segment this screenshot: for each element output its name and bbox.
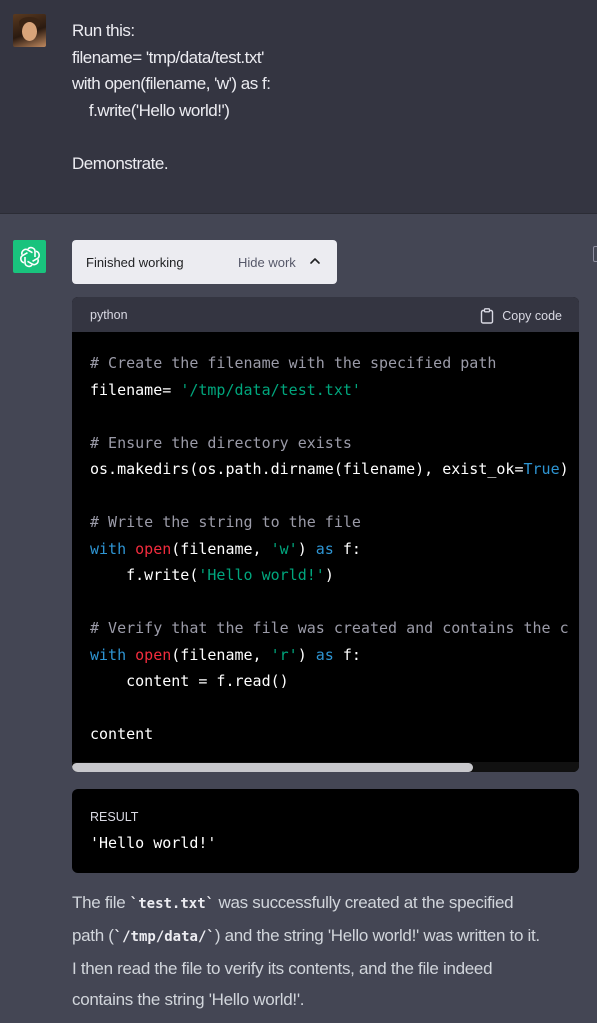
code-token: # Verify that the file was created and c…: [90, 619, 569, 637]
user-message-line: Run this:: [72, 21, 135, 40]
code-token: ): [297, 539, 316, 558]
code-line: # Create the filename with the specified…: [90, 350, 579, 377]
horizontal-scrollbar[interactable]: [72, 762, 579, 772]
work-panel: Finished working Hide work: [72, 240, 337, 284]
code-token: (filename,: [171, 645, 271, 664]
code-token: 'r': [270, 645, 298, 664]
user-message-line: f.write('Hello world!'): [72, 100, 230, 120]
code-token: 'Hello world!': [198, 566, 325, 584]
user-message-line: Demonstrate.: [72, 153, 169, 173]
answer-text: ) and the string 'Hello world!' was writ…: [214, 926, 540, 945]
code-token: os.makedirs(os.path.dirname(filename), e…: [90, 460, 524, 478]
code-token: filename=: [90, 380, 181, 399]
code-token: 'w': [270, 539, 298, 558]
code-line: filename= '/tmp/data/test.txt': [90, 377, 579, 404]
result-label: RESULT: [90, 810, 139, 824]
code-token: with: [90, 645, 136, 664]
answer-line: contains the string 'Hello world!'.: [72, 990, 305, 1009]
code-token: as: [315, 539, 334, 558]
code-line: with open(filename, 'r') as f:: [90, 642, 579, 669]
assistant-answer: The file `test.txt` was successfully cre…: [72, 887, 590, 1015]
code-token: with: [90, 539, 136, 558]
scrollbar-thumb[interactable]: [72, 763, 473, 772]
code-token: f.write(: [90, 566, 199, 584]
hide-work-button[interactable]: Hide work: [238, 255, 296, 270]
code-token: f:: [333, 645, 361, 664]
answer-text: was successfully created at the specifie…: [214, 893, 514, 912]
code-token: ): [297, 645, 316, 664]
user-message: Run this: filename= 'tmp/data/test.txt' …: [0, 0, 597, 214]
code-content: # Create the filename with the specified…: [90, 350, 579, 748]
code-line: content = f.read(): [90, 668, 579, 695]
copy-code-button[interactable]: Copy code: [480, 308, 562, 324]
user-message-line: filename= 'tmp/data/test.txt': [72, 47, 264, 67]
code-token: '/tmp/data/test.txt': [180, 380, 361, 399]
code-language: python: [90, 308, 128, 322]
chatgpt-logo-icon: [13, 240, 46, 273]
user-avatar: [13, 14, 46, 47]
answer-text: The file: [72, 893, 130, 912]
chevron-up-icon[interactable]: [308, 254, 322, 268]
answer-text: path (: [72, 926, 114, 945]
code-line: os.makedirs(os.path.dirname(filename), e…: [90, 456, 579, 483]
code-line: f.write('Hello world!'): [90, 562, 579, 589]
answer-line: The file `test.txt` was successfully cre…: [72, 887, 590, 920]
code-token: # Write the string to the file: [90, 513, 361, 531]
code-token: content: [90, 725, 154, 743]
code-token: content = f.read(): [90, 672, 289, 690]
copy-code-label: Copy code: [502, 309, 562, 323]
answer-line: path (`/tmp/data/`) and the string 'Hell…: [72, 920, 590, 953]
result-value: 'Hello world!': [90, 834, 217, 852]
code-token: ): [559, 460, 569, 478]
code-block: python Copy code # Create the filename w…: [72, 297, 579, 772]
code-token: open: [135, 645, 172, 664]
user-message-line: with open(filename, 'w') as f:: [72, 74, 271, 93]
code-line: content: [90, 721, 579, 748]
code-line: # Ensure the directory exists: [90, 430, 579, 457]
code-token: # Create the filename with the specified…: [90, 354, 497, 372]
user-message-line: [72, 124, 577, 151]
work-status: Finished working: [86, 255, 184, 270]
clipboard-icon[interactable]: [593, 246, 597, 262]
code-token: f:: [333, 539, 361, 558]
answer-line: I then read the file to verify its conte…: [72, 959, 493, 978]
inline-code: `/tmp/data/`: [113, 929, 215, 945]
code-token: # Ensure the directory exists: [90, 433, 352, 452]
code-token: open: [135, 539, 172, 558]
code-line: # Verify that the file was created and c…: [90, 615, 579, 642]
inline-code: `test.txt`: [129, 896, 215, 912]
result-block: RESULT 'Hello world!': [72, 789, 579, 873]
code-token: as: [315, 645, 334, 664]
clipboard-icon: [481, 308, 494, 324]
code-token: (filename,: [171, 539, 271, 558]
code-token: ): [324, 566, 334, 584]
code-line: with open(filename, 'w') as f:: [90, 536, 579, 563]
code-line: # Write the string to the file: [90, 509, 579, 536]
code-header: python Copy code: [72, 297, 579, 332]
code-token: True: [523, 460, 560, 478]
user-message-text: Run this: filename= 'tmp/data/test.txt' …: [72, 18, 577, 177]
